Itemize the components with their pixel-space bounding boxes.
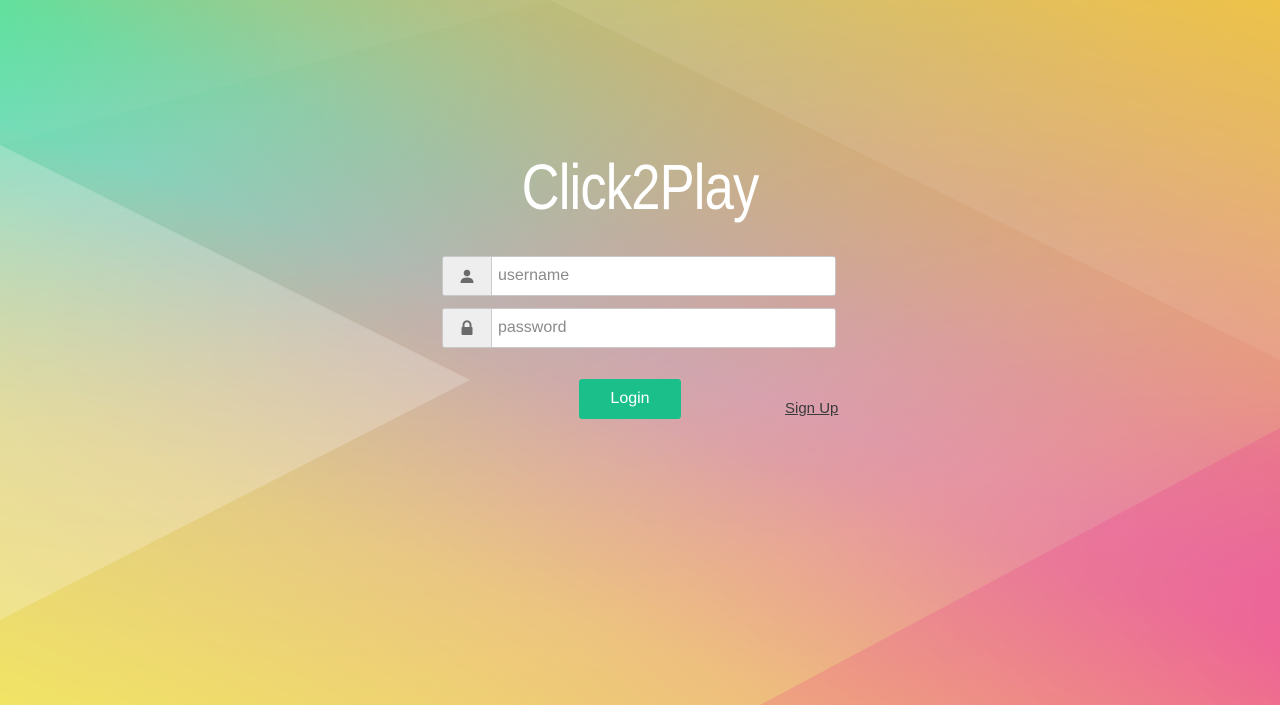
user-icon [443,257,492,295]
username-field-group [442,256,836,296]
signup-link[interactable]: Sign Up [785,400,838,417]
app-title: Click2Play [521,151,760,223]
gradient-background [0,0,1280,705]
login-button[interactable]: Login [579,379,681,419]
background-shapes [0,0,1280,705]
username-input[interactable] [492,257,835,295]
lock-icon [443,309,492,347]
password-input[interactable] [492,309,835,347]
password-field-group [442,308,836,348]
